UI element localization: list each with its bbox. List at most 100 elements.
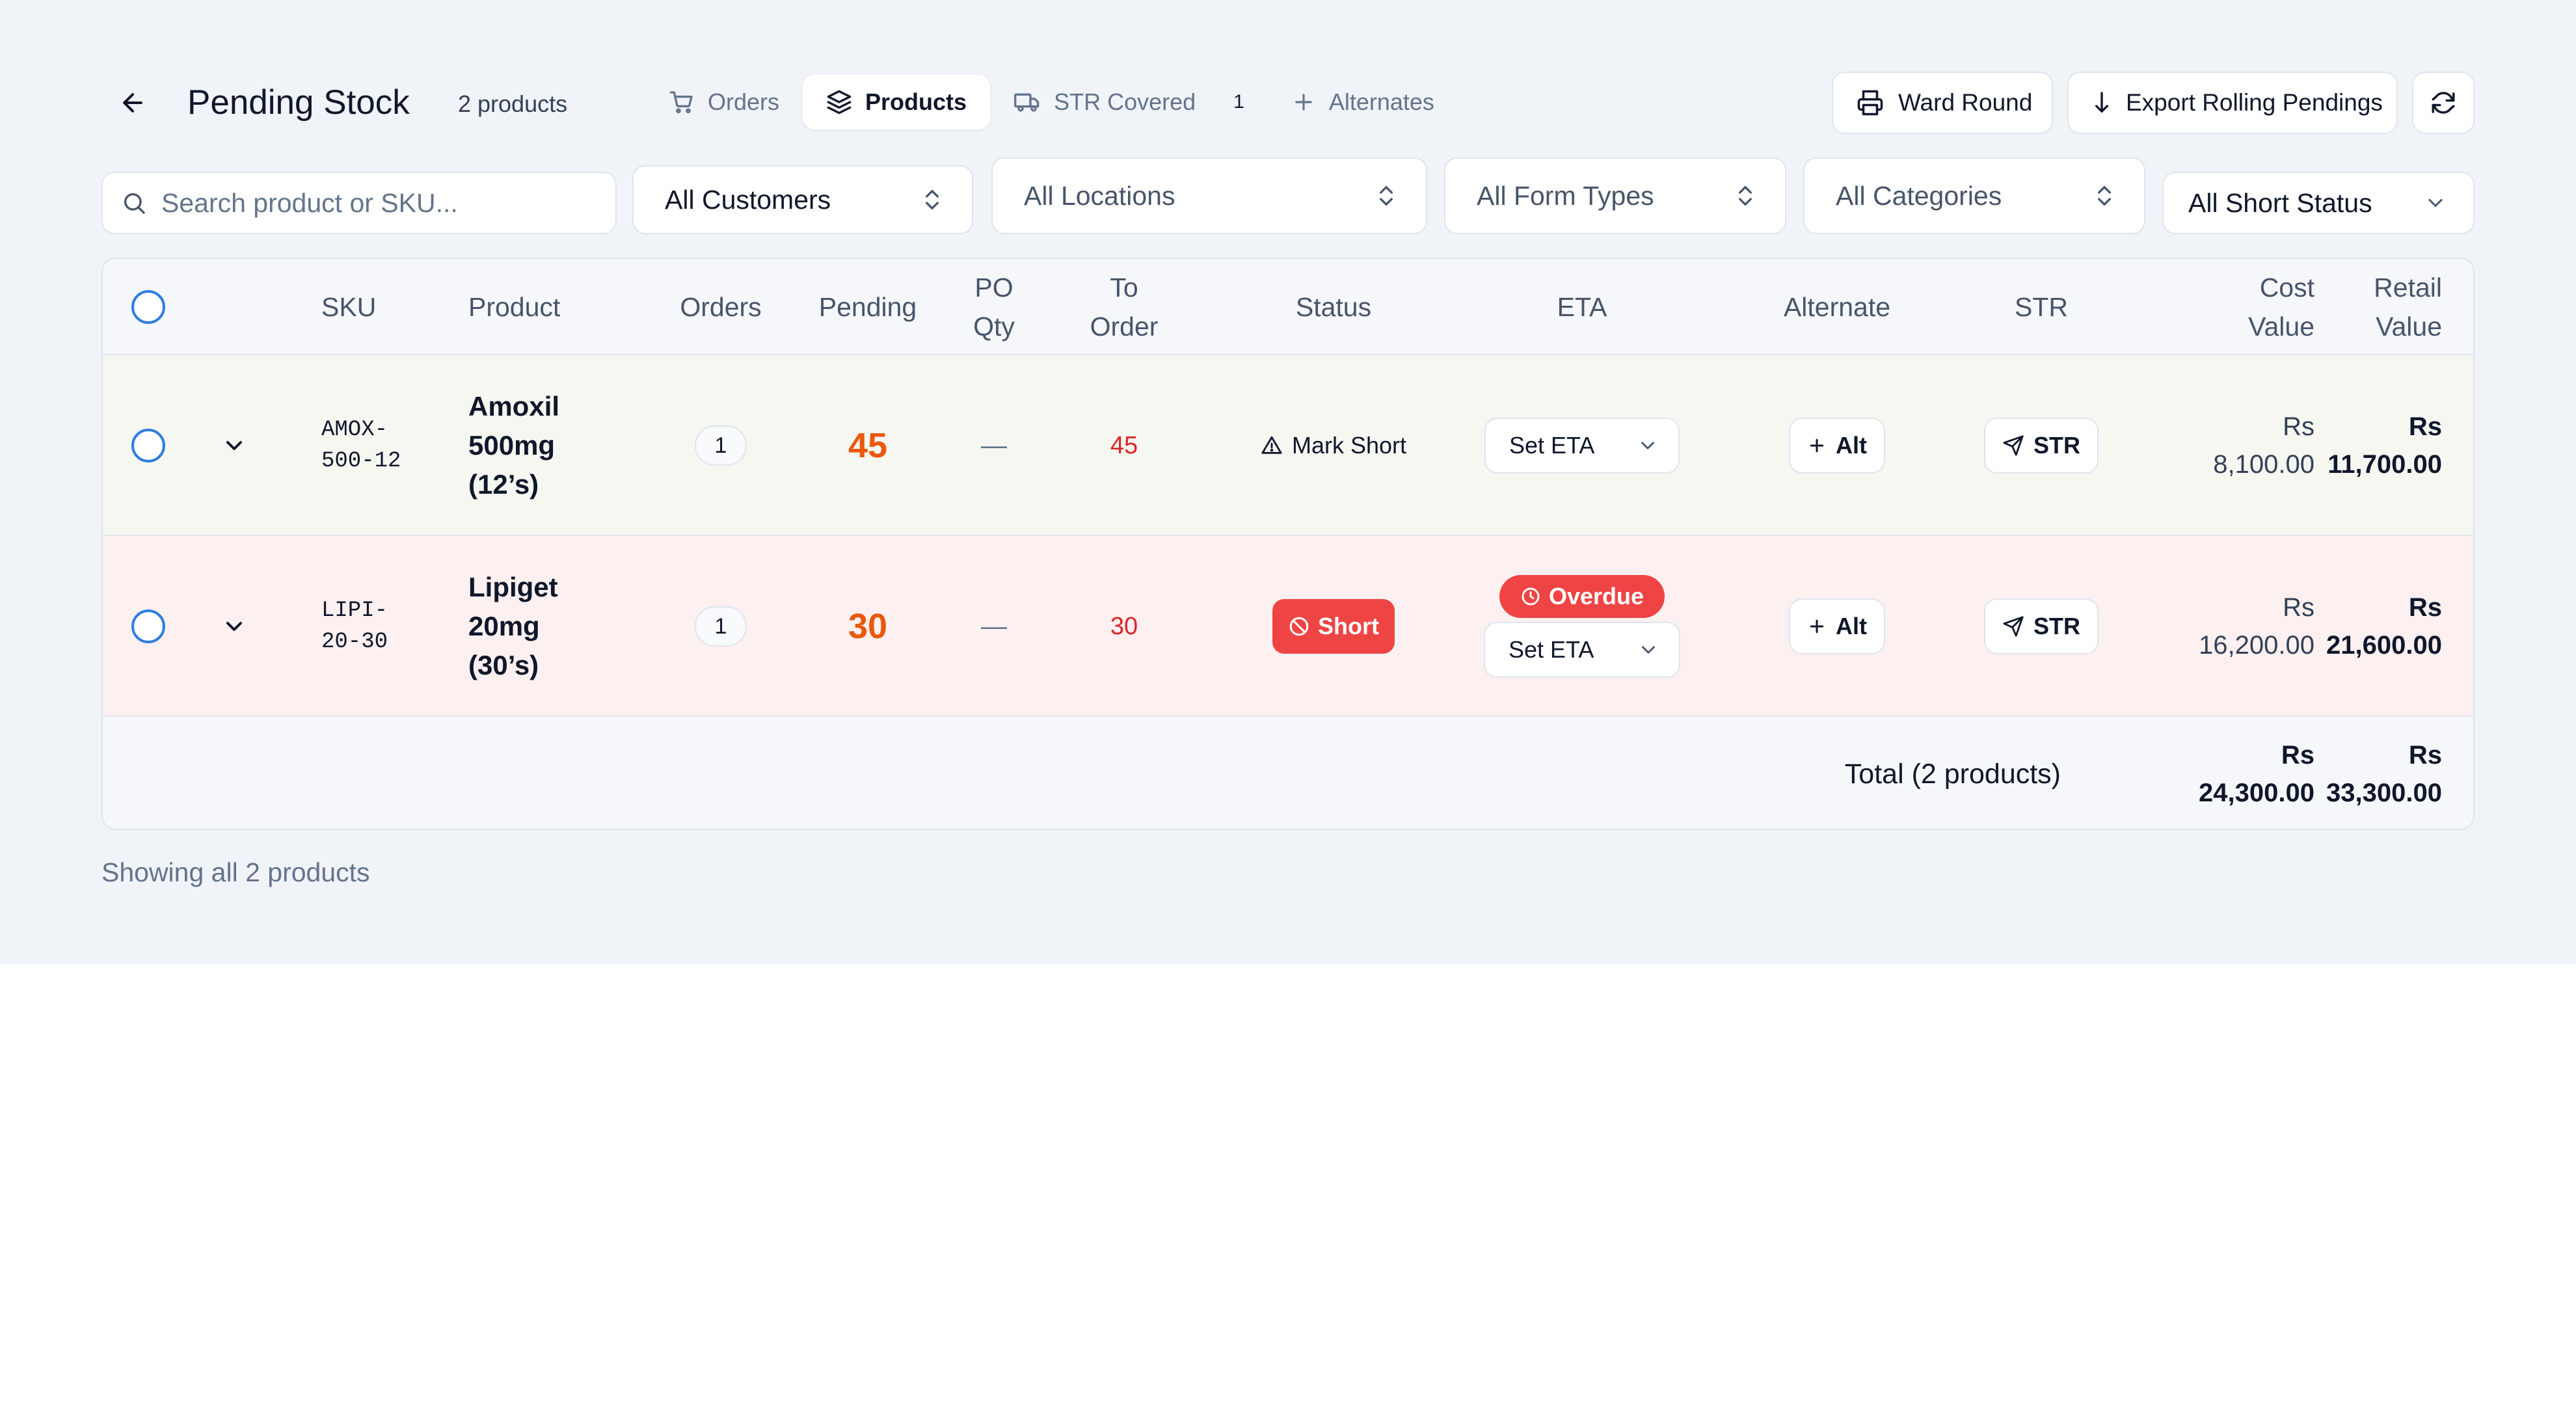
- column-header-eta[interactable]: ETA: [1484, 259, 1680, 355]
- overdue-badge: Overdue: [1499, 575, 1665, 618]
- column-header-product[interactable]: Product: [468, 259, 611, 355]
- chevron-down-icon: [1637, 639, 1659, 661]
- column-header-str[interactable]: STR: [1976, 259, 2106, 355]
- alt-label: Alt: [1836, 432, 1867, 459]
- short-status-select[interactable]: All Short Status: [2162, 172, 2475, 234]
- set-eta-label: Set ETA: [1509, 432, 1595, 459]
- search-box: [101, 172, 617, 234]
- po-qty-value: —: [981, 611, 1007, 641]
- table-row: AMOX- 500-12 Amoxil 500mg (12’s) 1 45 — …: [103, 355, 2473, 536]
- product-cell: Lipiget 20mg (30’s): [468, 536, 637, 717]
- add-alternate-button[interactable]: Alt: [1789, 418, 1885, 474]
- column-header-sku[interactable]: SKU: [321, 259, 399, 355]
- chevron-down-icon[interactable]: [221, 433, 247, 459]
- retail-amount: 11,700.00: [2328, 450, 2442, 479]
- sku-value: AMOX- 500-12: [321, 418, 401, 474]
- row-select-cell: [131, 536, 170, 717]
- truck-icon: [1013, 89, 1041, 115]
- set-eta-select[interactable]: Set ETA: [1484, 622, 1680, 678]
- export-rolling-pendings-button[interactable]: Export Rolling Pendings: [2067, 72, 2398, 134]
- showing-count-text: Showing all 2 products: [101, 857, 370, 887]
- chevrons-up-down-icon: [1375, 183, 1397, 209]
- chevrons-up-down-icon: [1734, 183, 1756, 209]
- layers-icon: [826, 89, 852, 115]
- short-status-select-value: All Short Status: [2188, 187, 2372, 218]
- retail-total: Rs 33,300.00: [2249, 717, 2442, 829]
- str-cell: STR: [1976, 355, 2106, 536]
- page-header: Pending Stock 2 products Orders Products…: [101, 70, 2475, 135]
- view-tabs: Orders Products STR Covered 1 Alternates: [645, 74, 1458, 130]
- select-all-cell: [131, 259, 170, 355]
- tab-alternates[interactable]: Alternates: [1268, 75, 1458, 129]
- send-icon: [2002, 435, 2024, 457]
- column-header-alternate[interactable]: Alternate: [1739, 259, 1935, 355]
- str-button[interactable]: STR: [1984, 418, 2099, 474]
- search-input[interactable]: [161, 187, 604, 219]
- tab-products-label: Products: [865, 88, 967, 115]
- alt-label: Alt: [1836, 613, 1867, 639]
- pending-cell: 30: [803, 536, 933, 717]
- chevron-down-icon: [2424, 191, 2447, 215]
- locations-select[interactable]: All Locations: [991, 157, 1427, 234]
- sku-cell: LIPI- 20-30: [321, 536, 451, 717]
- ward-round-button[interactable]: Ward Round: [1832, 72, 2053, 134]
- form-types-select[interactable]: All Form Types: [1444, 157, 1786, 234]
- eta-stack: Overdue Set ETA: [1484, 575, 1680, 678]
- column-header-pending[interactable]: Pending: [803, 259, 933, 355]
- tab-orders[interactable]: Orders: [645, 75, 803, 129]
- categories-select[interactable]: All Categories: [1803, 157, 2145, 234]
- row-select-radio[interactable]: [131, 429, 165, 462]
- overdue-label: Overdue: [1548, 583, 1644, 609]
- back-button[interactable]: [114, 85, 151, 121]
- export-label: Export Rolling Pendings: [2126, 89, 2383, 116]
- short-status-badge[interactable]: Short: [1272, 599, 1395, 654]
- printer-icon: [1857, 89, 1884, 116]
- customers-select[interactable]: All Customers: [632, 165, 973, 234]
- po-qty-cell: —: [942, 536, 1046, 717]
- tab-str-covered-label: STR Covered: [1054, 88, 1196, 115]
- column-header-po-qty[interactable]: PO Qty: [942, 259, 1046, 355]
- column-header-orders[interactable]: Orders: [649, 259, 792, 355]
- column-header-status[interactable]: Status: [1236, 259, 1431, 355]
- table-header: SKU Product Orders Pending PO Qty To Ord…: [103, 259, 2473, 355]
- table-footer: Total (2 products) Rs 24,300.00 Rs 33,30…: [103, 717, 2473, 829]
- add-alternate-button[interactable]: Alt: [1789, 598, 1885, 654]
- plus-icon: [1807, 436, 1827, 455]
- tab-orders-label: Orders: [708, 88, 780, 115]
- mark-short-button[interactable]: Mark Short: [1261, 432, 1406, 459]
- str-button[interactable]: STR: [1984, 598, 2099, 654]
- row-select-cell: [131, 355, 170, 536]
- eta-cell: Set ETA: [1484, 355, 1680, 536]
- to-order-value: 45: [1110, 431, 1138, 459]
- product-count: 2 products: [458, 90, 568, 117]
- orders-count-pill[interactable]: 1: [695, 425, 747, 466]
- column-header-retail-value[interactable]: Retail Value: [2249, 259, 2442, 355]
- refresh-icon: [2430, 89, 2457, 116]
- tab-alternates-label: Alternates: [1328, 88, 1434, 115]
- orders-cell: 1: [649, 536, 792, 717]
- chevrons-up-down-icon: [921, 187, 943, 213]
- set-eta-label: Set ETA: [1509, 636, 1594, 663]
- pending-stock-table: SKU Product Orders Pending PO Qty To Ord…: [101, 258, 2475, 830]
- plus-icon: [1807, 617, 1827, 636]
- expand-cell: [221, 536, 260, 717]
- ward-round-label: Ward Round: [1898, 89, 2033, 116]
- retail-amount: 21,600.00: [2326, 631, 2442, 660]
- status-cell: Mark Short: [1236, 355, 1431, 536]
- sku-cell: AMOX- 500-12: [321, 355, 451, 536]
- chevrons-up-down-icon: [2093, 183, 2115, 209]
- pending-value: 45: [848, 426, 888, 465]
- orders-count-pill[interactable]: 1: [695, 606, 747, 647]
- column-header-to-order[interactable]: To Order: [1072, 259, 1176, 355]
- select-all-radio[interactable]: [131, 290, 165, 324]
- tab-products[interactable]: Products: [803, 75, 991, 129]
- row-select-radio[interactable]: [131, 609, 165, 643]
- set-eta-select[interactable]: Set ETA: [1484, 418, 1680, 474]
- clock-icon: [1520, 586, 1541, 607]
- chevron-down-icon[interactable]: [221, 613, 247, 639]
- tab-str-covered[interactable]: STR Covered 1: [990, 75, 1268, 129]
- product-name: Amoxil 500mg (12’s): [468, 391, 560, 500]
- refresh-button[interactable]: [2412, 72, 2475, 134]
- mark-short-label: Mark Short: [1291, 432, 1407, 459]
- retail-currency: Rs: [2408, 593, 2442, 622]
